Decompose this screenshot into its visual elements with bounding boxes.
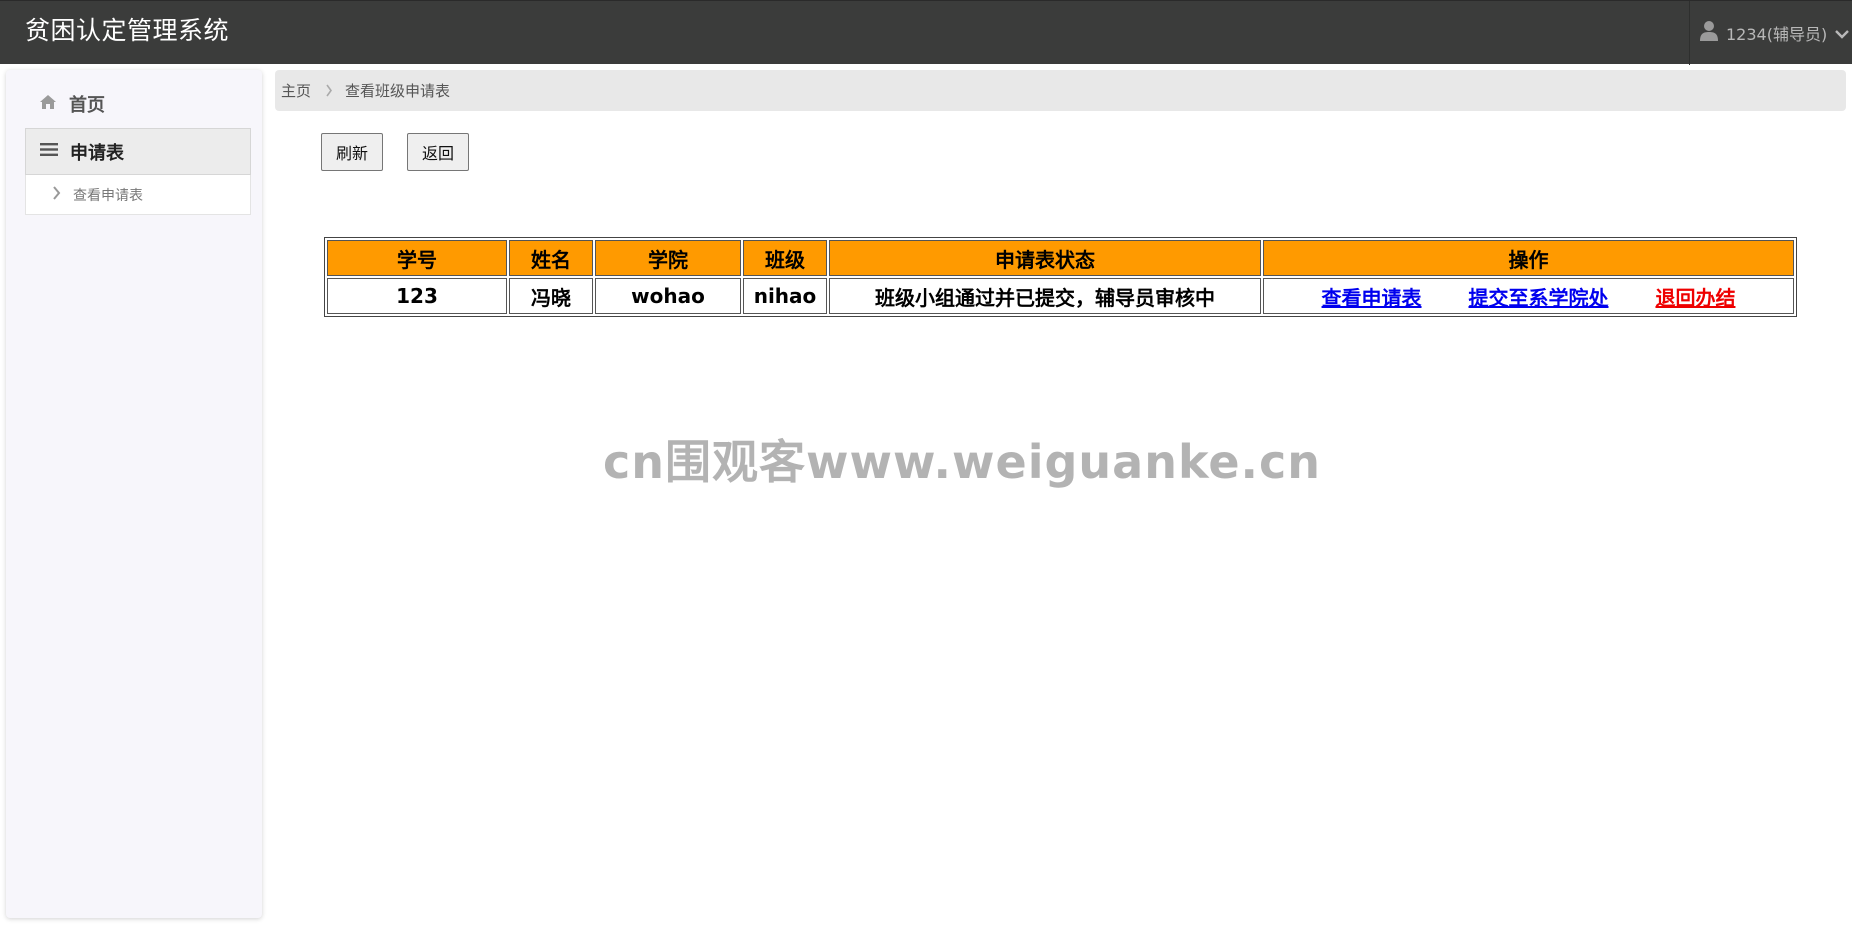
sidebar-item-home[interactable]: 首页 bbox=[25, 84, 251, 124]
sidebar-item-label: 查看申请表 bbox=[73, 187, 143, 204]
chevron-down-icon bbox=[1835, 24, 1850, 43]
cell-status: 班级小组通过并已提交，辅导员审核中 bbox=[829, 278, 1261, 314]
menu-icon bbox=[40, 141, 58, 162]
column-header-name: 姓名 bbox=[509, 240, 593, 276]
application-table: 学号 姓名 学院 班级 申请表状态 操作 123 冯晓 wohao nihao … bbox=[324, 237, 1797, 317]
sidebar-item-label: 首页 bbox=[69, 95, 105, 116]
user-name: 1234(辅导员) bbox=[1726, 25, 1828, 44]
column-header-class: 班级 bbox=[743, 240, 827, 276]
sidebar-item-view-application[interactable]: 查看申请表 bbox=[25, 175, 251, 215]
table-header-row: 学号 姓名 学院 班级 申请表状态 操作 bbox=[327, 240, 1794, 276]
user-menu[interactable]: 1234(辅导员) bbox=[1689, 1, 1852, 65]
user-icon bbox=[1700, 20, 1718, 46]
column-header-status: 申请表状态 bbox=[829, 240, 1261, 276]
back-button[interactable]: 返回 bbox=[407, 133, 469, 171]
top-bar: 贫困认定管理系统 1234(辅导员) bbox=[0, 0, 1852, 65]
cell-student-id: 123 bbox=[327, 278, 507, 314]
sidebar-item-label: 申请表 bbox=[70, 142, 124, 164]
app-title: 贫困认定管理系统 bbox=[25, 16, 230, 45]
home-icon bbox=[39, 94, 57, 115]
view-application-link[interactable]: 查看申请表 bbox=[1322, 286, 1422, 310]
watermark-text: cn围观客www.weiguanke.cn bbox=[603, 435, 1322, 489]
cell-class: nihao bbox=[743, 278, 827, 314]
application-table-container: 学号 姓名 学院 班级 申请表状态 操作 123 冯晓 wohao nihao … bbox=[324, 237, 1797, 317]
cell-actions: 查看申请表 提交至系学院处 退回办结 bbox=[1263, 278, 1794, 314]
return-close-link[interactable]: 退回办结 bbox=[1655, 286, 1735, 310]
column-header-actions: 操作 bbox=[1263, 240, 1794, 276]
cell-college: wohao bbox=[595, 278, 741, 314]
sidebar: 首页 申请表 查看申请表 bbox=[6, 70, 262, 918]
breadcrumb-current: 查看班级申请表 bbox=[345, 82, 451, 100]
chevron-right-icon bbox=[325, 84, 333, 97]
column-header-student-id: 学号 bbox=[327, 240, 507, 276]
submit-to-college-link[interactable]: 提交至系学院处 bbox=[1469, 286, 1609, 310]
breadcrumb-home[interactable]: 主页 bbox=[281, 80, 311, 101]
table-row: 123 冯晓 wohao nihao 班级小组通过并已提交，辅导员审核中 查看申… bbox=[327, 278, 1794, 314]
cell-name: 冯晓 bbox=[509, 278, 593, 314]
breadcrumb: 主页 查看班级申请表 bbox=[275, 70, 1846, 111]
sidebar-item-application[interactable]: 申请表 bbox=[25, 128, 251, 175]
column-header-college: 学院 bbox=[595, 240, 741, 276]
refresh-button[interactable]: 刷新 bbox=[321, 133, 383, 171]
chevron-right-icon bbox=[52, 185, 61, 204]
